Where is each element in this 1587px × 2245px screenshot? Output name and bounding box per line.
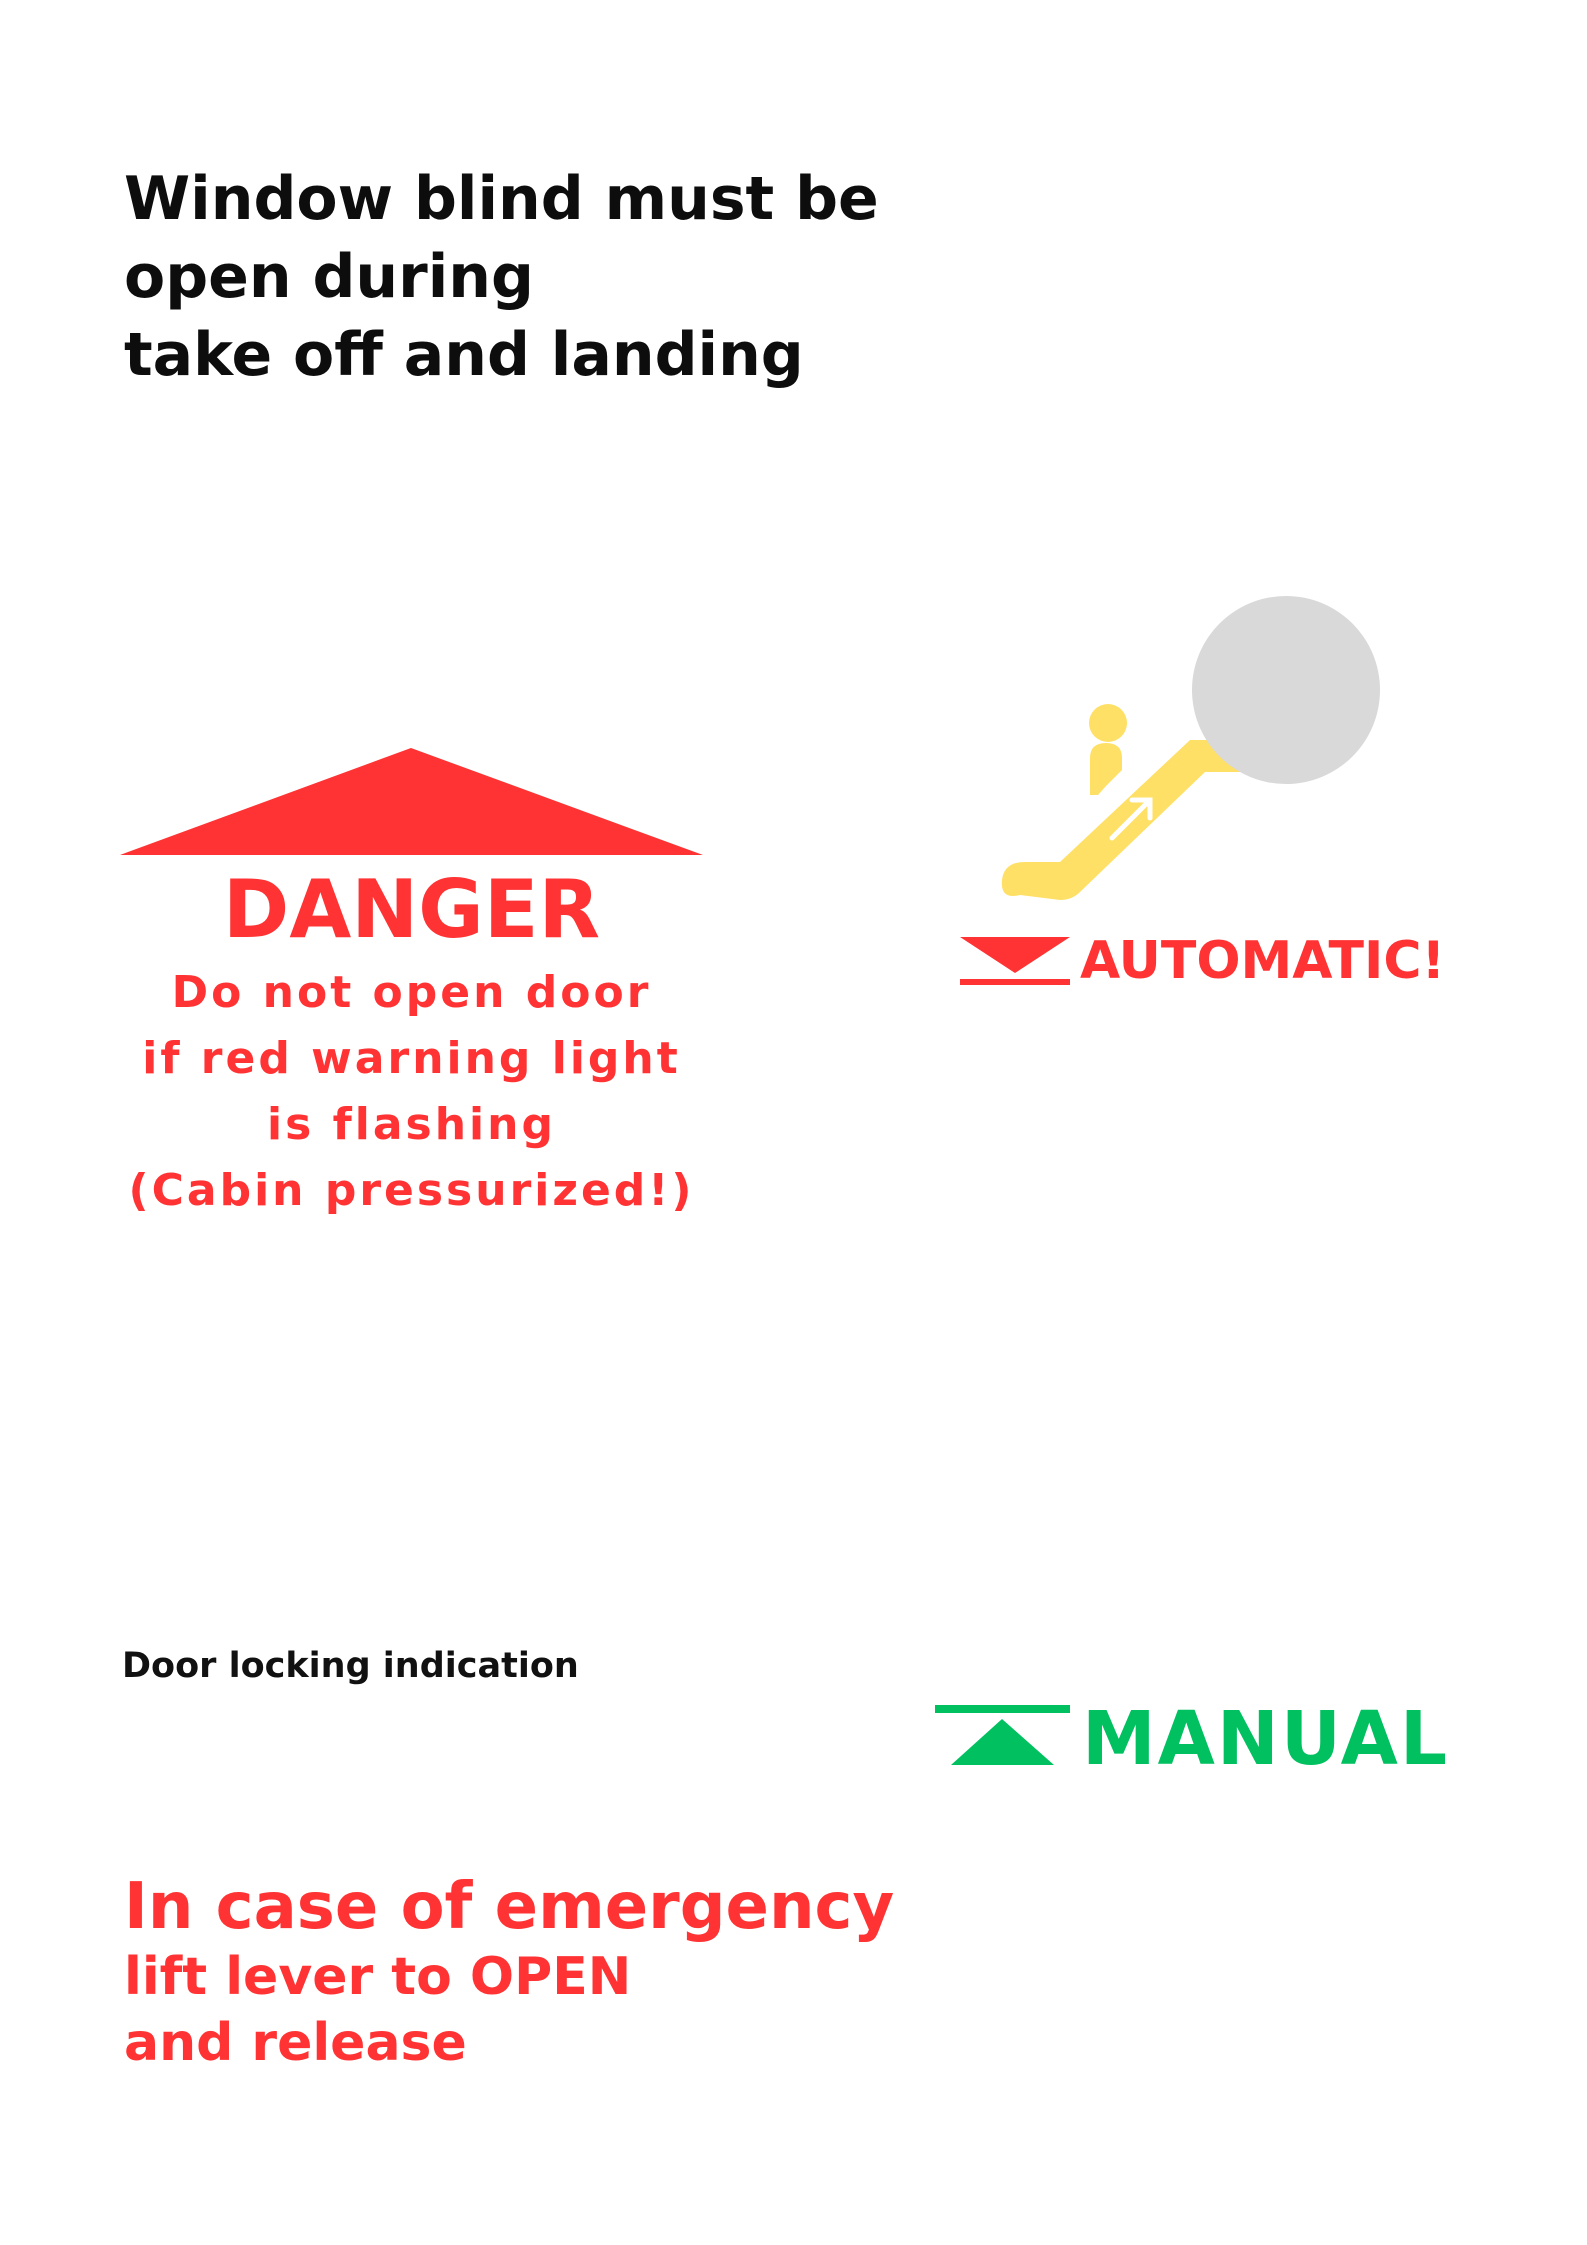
danger-line: (Cabin pressurized!) (128, 1165, 695, 1216)
danger-line: is flashing (267, 1099, 556, 1150)
emergency-line: lift lever to OPEN (124, 1947, 632, 2007)
blind-notice-line: take off and landing (124, 320, 804, 390)
down-triangle-icon (960, 937, 1070, 985)
emergency-instructions: lift lever to OPEN and release (124, 1944, 631, 2076)
emergency-heading: In case of emergency (124, 1870, 895, 1944)
danger-title: DANGER (222, 863, 601, 956)
door-locking-label: Door locking indication (122, 1646, 579, 1686)
emergency-line: and release (124, 2013, 467, 2073)
danger-line: if red warning light (142, 1033, 681, 1084)
escalator-icon (1001, 596, 1380, 900)
window-blind-notice: Window blind must be open during take of… (124, 160, 1024, 394)
automatic-label: AUTOMATIC! (1080, 931, 1446, 991)
danger-line: Do not open door (171, 967, 652, 1018)
blind-notice-line: Window blind must be (124, 164, 879, 234)
blind-notice-line: open during (124, 242, 534, 312)
manual-label: MANUAL (1082, 1696, 1450, 1782)
up-triangle-icon (935, 1705, 1070, 1765)
danger-warning-text: Do not open door if red warning light is… (90, 960, 733, 1224)
warning-triangle-icon (120, 748, 703, 855)
